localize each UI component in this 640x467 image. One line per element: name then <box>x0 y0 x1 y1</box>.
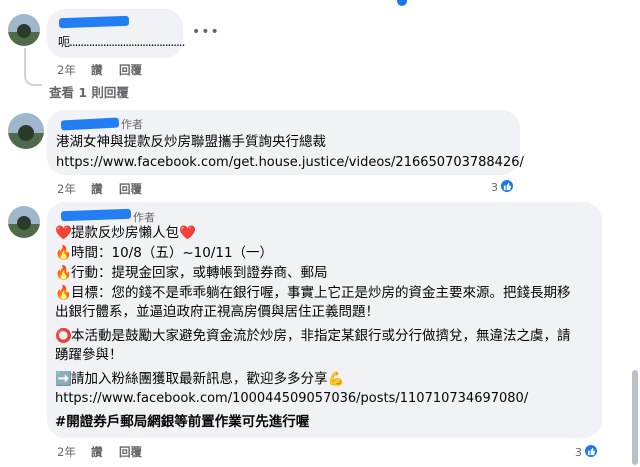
heart-icon: ❤️ <box>179 225 196 241</box>
comment-line: ⭕本活動是鼓勵大家避免資金流於炒房，非指定某銀行或分行做擠兌，無違法之虞，請 <box>55 328 571 344</box>
comment-link[interactable]: https://www.facebook.com/get.house.justi… <box>56 153 524 172</box>
reaction-count[interactable]: 3 <box>575 446 582 459</box>
fire-icon: 🔥 <box>55 285 72 301</box>
arrow-right-icon: ➡️ <box>55 371 72 387</box>
flexed-biceps-icon: 💪 <box>327 371 345 387</box>
comment-time[interactable]: 2年 <box>57 62 91 78</box>
heart-icon: ❤️ <box>55 225 72 241</box>
avatar[interactable] <box>8 14 40 46</box>
comment-link[interactable]: https://www.facebook.com/100044509057036… <box>55 389 528 408</box>
scroll-indicator <box>397 0 407 6</box>
comment-time[interactable]: 2年 <box>57 444 91 460</box>
thread-curve <box>24 66 42 86</box>
comment-meta: 2年 讚 回覆 <box>57 181 142 197</box>
hashtag-line[interactable]: #開證券戶郵局網銀等前置作業可先進行喔 <box>55 413 309 432</box>
comment-bubble: 作者 港湖女神與提款反炒房聯盟攜手質詢央行總裁 https://www.face… <box>47 110 524 175</box>
comment-line: 🔥行動：提現金回家，或轉帳到證券商、郵局 <box>55 265 328 281</box>
circle-icon: ⭕ <box>55 328 72 344</box>
thread-line <box>24 48 26 68</box>
comment-line: ❤️提款反炒房懶人包❤️ <box>55 225 196 241</box>
comment-bubble: 作者 ❤️提款反炒房懶人包❤️ 🔥時間：10/8（五）~10/11（一） 🔥行動… <box>47 202 602 438</box>
reply-button[interactable]: 回覆 <box>119 444 142 460</box>
comment-line: 出銀行體系，並逼迫政府正視高房價與居住正義問題！ <box>55 304 379 320</box>
comment-line: 踴躍參與！ <box>55 347 123 363</box>
view-replies-link[interactable]: 查看 1 則回覆 <box>49 82 129 101</box>
reaction-count[interactable]: 3 <box>491 181 498 194</box>
comment-text: 呃.......................................… <box>58 35 185 49</box>
redacted-name <box>60 117 120 131</box>
reply-button[interactable]: 回覆 <box>119 181 142 197</box>
reply-button[interactable]: 回覆 <box>119 62 142 78</box>
comment-line: 🔥目標：您的錢不是乖乖躺在銀行喔，事實上它正是炒房的資金主要來源。把錢長期移 <box>55 285 571 301</box>
comment-time[interactable]: 2年 <box>57 181 91 197</box>
fire-icon: 🔥 <box>55 245 72 261</box>
comment-meta: 2年 讚 回覆 <box>57 62 142 78</box>
like-button[interactable]: 讚 <box>91 444 119 460</box>
redacted-name <box>60 208 132 222</box>
redacted-name <box>58 15 130 29</box>
avatar[interactable] <box>8 113 44 149</box>
comment-line: ➡️請加入粉絲團獲取最新訊息，歡迎多多分享💪 <box>55 371 345 387</box>
comment-meta: 2年 讚 回覆 <box>57 444 142 460</box>
author-badge: 作者 <box>121 118 143 131</box>
like-button[interactable]: 讚 <box>91 62 119 78</box>
like-reaction-icon[interactable] <box>499 178 515 194</box>
author-badge: 作者 <box>133 211 155 224</box>
avatar[interactable] <box>8 206 40 238</box>
scrollbar[interactable] <box>632 370 638 465</box>
comment-text: 港湖女神與提款反炒房聯盟攜手質詢央行總裁 <box>56 134 326 150</box>
comment-bubble: 呃.......................................… <box>47 9 185 58</box>
like-button[interactable]: 讚 <box>91 181 119 197</box>
fire-icon: 🔥 <box>55 265 72 281</box>
like-reaction-icon[interactable] <box>583 443 599 459</box>
comment-line: 🔥時間：10/8（五）~10/11（一） <box>55 245 274 261</box>
more-dots-icon[interactable]: ••• <box>192 24 220 40</box>
